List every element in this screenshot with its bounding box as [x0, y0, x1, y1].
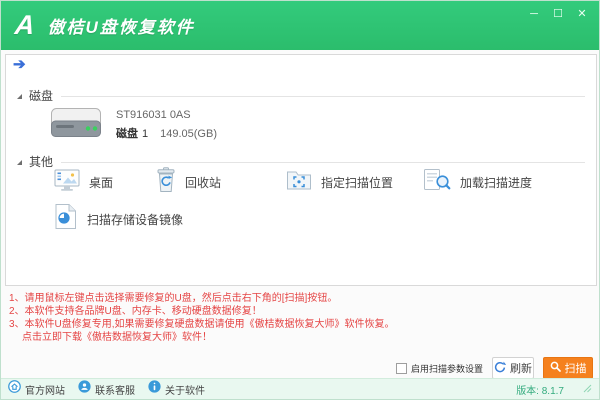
section-header-disk[interactable]: 磁盘 [17, 88, 585, 103]
scan-params-checkbox[interactable] [395, 362, 407, 374]
contact-support-link[interactable]: 联系客服 [78, 380, 135, 398]
item-label: 指定扫描位置 [321, 175, 394, 190]
forward-arrow-icon[interactable]: ➔ [13, 55, 26, 73]
disk-details: 磁盘 1 149.05(GB) [116, 128, 217, 140]
window-controls: ─ ☐ ✕ [527, 7, 589, 21]
official-website-link[interactable]: 官方网站 [8, 380, 65, 398]
scan-label: 扫描 [564, 363, 587, 375]
section-divider [61, 161, 585, 163]
item-load-scan-progress[interactable]: 加载扫描进度 [423, 165, 532, 199]
close-button[interactable]: ✕ [575, 7, 589, 21]
section-divider [61, 95, 585, 97]
item-scan-location[interactable]: 指定扫描位置 [286, 165, 393, 199]
disk-item[interactable]: ST916031 0AS 磁盘 1 149.05(GB) [50, 107, 217, 143]
home-icon [8, 380, 21, 398]
support-icon [78, 380, 91, 398]
action-bar: 启用扫描参数设置 刷新 扫描 [395, 356, 593, 380]
refresh-icon [494, 361, 507, 376]
desktop-icon [54, 168, 80, 197]
status-bar: 官方网站 联系客服 关于软件 版本: 8.1.7 [1, 378, 599, 399]
expander-icon[interactable] [17, 93, 22, 99]
app-logo: A [13, 10, 37, 40]
version-text: 版本: 8.1.7 [516, 385, 564, 397]
warning-line: 3、本软件U盘修复专用,如果需要修复硬盘数据请使用《傲桔数据恢复大师》软件恢复。 [9, 319, 395, 330]
minimize-button[interactable]: ─ [527, 7, 541, 21]
magnifier-icon [550, 361, 561, 375]
expander-icon[interactable] [17, 159, 22, 165]
scan-params-option[interactable]: 启用扫描参数设置 [395, 362, 483, 375]
scan-location-icon [286, 169, 312, 196]
recycle-bin-icon [156, 166, 176, 198]
status-link-label: 官方网站 [25, 385, 65, 397]
item-device-image[interactable]: 扫描存储设备镜像 [54, 202, 183, 236]
download-link-line[interactable]: 点击立即下载《傲桔数据恢复大师》软件！ [9, 331, 593, 344]
refresh-button[interactable]: 刷新 [492, 357, 534, 379]
item-desktop[interactable]: 桌面 [54, 165, 113, 199]
about-software-link[interactable]: 关于软件 [148, 380, 205, 398]
app-title: 傲桔U盘恢复软件 [47, 18, 195, 37]
content-panel: ➔ 磁盘 ST916031 0AS 磁盘 1 149.05(GB) 其他 桌面 … [5, 54, 597, 286]
item-label: 回收站 [185, 175, 222, 190]
device-image-icon [54, 203, 78, 235]
load-scan-progress-icon [423, 168, 451, 197]
app-window: A 傲桔U盘恢复软件 ─ ☐ ✕ ➔ 磁盘 ST916031 0AS 磁盘 1 … [0, 0, 600, 400]
warning-line: 1、请用鼠标左键点击选择需要修复的U盘，然后点击右下角的[扫描]按钮。 [9, 293, 338, 304]
maximize-button[interactable]: ☐ [551, 7, 565, 21]
warning-line: 2、本软件支持各品牌U盘、内存卡、移动硬盘数据修复！ [9, 306, 262, 317]
section-label: 其他 [29, 154, 54, 169]
hard-drive-icon [50, 107, 102, 143]
scan-button[interactable]: 扫描 [543, 357, 593, 379]
scan-params-label: 启用扫描参数设置 [410, 363, 483, 374]
item-label: 加载扫描进度 [460, 175, 533, 190]
about-icon [148, 380, 161, 398]
item-label: 桌面 [89, 175, 114, 190]
item-label: 扫描存储设备镜像 [87, 212, 184, 227]
item-recycle-bin[interactable]: 回收站 [156, 165, 221, 199]
resize-grip[interactable] [583, 380, 592, 398]
warning-notes: 1、请用鼠标左键点击选择需要修复的U盘，然后点击右下角的[扫描]按钮。 2、本软… [9, 292, 593, 344]
refresh-label: 刷新 [510, 363, 532, 375]
titlebar: A 傲桔U盘恢复软件 ─ ☐ ✕ [1, 1, 599, 50]
disk-info: ST916031 0AS 磁盘 1 149.05(GB) [116, 109, 217, 141]
section-label: 磁盘 [29, 88, 54, 103]
disk-model: ST916031 0AS [116, 109, 191, 121]
status-link-label: 关于软件 [165, 385, 205, 397]
status-link-label: 联系客服 [95, 385, 135, 397]
